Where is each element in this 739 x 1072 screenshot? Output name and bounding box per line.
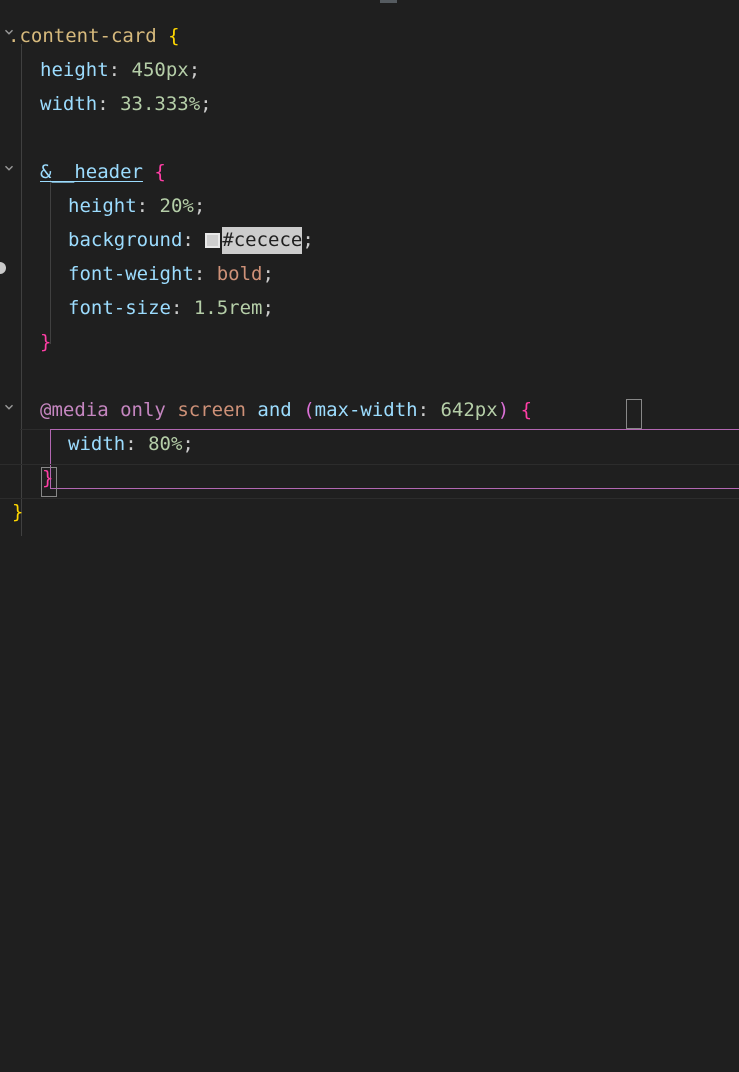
- code-line-12[interactable]: @media only screen and (max-width: 642px…: [0, 393, 739, 427]
- token-colon: :: [136, 195, 160, 217]
- token-nested-selector: &__header: [40, 161, 143, 183]
- token-semicolon: ;: [188, 59, 201, 81]
- token-property: width: [68, 433, 126, 455]
- code-line-9[interactable]: font-size: 1.5rem;: [0, 291, 739, 325]
- code-line-11-blank[interactable]: [0, 359, 739, 393]
- token-selector: .content-card: [8, 25, 157, 47]
- token-media-feature-value: 642px: [440, 399, 498, 421]
- token-property: background: [68, 229, 183, 251]
- token-media-feature: max-width: [314, 399, 418, 421]
- code-line-8[interactable]: font-weight: bold;: [0, 257, 739, 291]
- token-colon: :: [182, 229, 206, 251]
- token-semicolon: ;: [182, 433, 194, 455]
- code-line-5[interactable]: &__header {: [0, 155, 739, 189]
- token-and: and: [257, 399, 292, 421]
- color-swatch-icon[interactable]: [205, 233, 221, 248]
- token-media-type: screen: [177, 399, 246, 421]
- token-semicolon: ;: [193, 195, 206, 217]
- code-content[interactable]: .content-card { height: 450px; width: 33…: [0, 0, 739, 536]
- selected-color-value[interactable]: #cecece: [222, 227, 303, 254]
- token-at-rule: @media: [40, 399, 109, 421]
- token-open-brace: {: [154, 161, 166, 183]
- token-value: 20%: [159, 195, 194, 217]
- token-semicolon: ;: [200, 93, 212, 115]
- token-close-brace: }: [42, 467, 54, 489]
- token-semicolon: ;: [262, 263, 274, 285]
- token-value: 80%: [148, 433, 183, 455]
- code-line-13[interactable]: width: 80%;: [0, 427, 739, 461]
- token-property: font-weight: [68, 263, 194, 285]
- token-property: font-size: [68, 297, 171, 319]
- token-value: 1.5rem: [193, 297, 263, 319]
- token-property: width: [40, 93, 98, 115]
- token-open-paren: (: [303, 399, 315, 421]
- code-line-14[interactable]: }: [0, 461, 739, 495]
- token-value: 450px: [131, 59, 189, 81]
- token-property: height: [40, 59, 109, 81]
- code-line-10[interactable]: }: [0, 325, 739, 359]
- code-line-1[interactable]: .content-card {: [0, 19, 739, 53]
- token-semicolon: ;: [302, 229, 314, 251]
- code-line-7[interactable]: background: #cecece;: [0, 223, 739, 257]
- code-line-3[interactable]: width: 33.333%;: [0, 87, 739, 121]
- token-colon: :: [170, 297, 194, 319]
- token-colon: :: [193, 263, 217, 285]
- token-colon: :: [417, 399, 441, 421]
- token-colon: :: [108, 59, 132, 81]
- token-semicolon: ;: [262, 297, 274, 319]
- token-only: only: [120, 399, 166, 421]
- code-line-4-blank[interactable]: [0, 121, 739, 155]
- token-colon: :: [125, 433, 149, 455]
- token-open-brace: {: [168, 25, 180, 47]
- token-close-brace: }: [40, 331, 52, 353]
- code-editor[interactable]: .content-card { height: 450px; width: 33…: [0, 0, 739, 536]
- token-close-brace: }: [12, 501, 24, 523]
- token-open-brace: {: [520, 399, 533, 421]
- token-property: height: [68, 195, 137, 217]
- token-close-paren: ): [497, 399, 510, 421]
- token-value: 33.333%: [120, 93, 201, 115]
- code-line-2[interactable]: height: 450px;: [0, 53, 739, 87]
- code-line-6[interactable]: height: 20%;: [0, 189, 739, 223]
- token-value: bold: [216, 263, 263, 285]
- token-colon: :: [97, 93, 121, 115]
- code-line-15[interactable]: }: [0, 495, 739, 529]
